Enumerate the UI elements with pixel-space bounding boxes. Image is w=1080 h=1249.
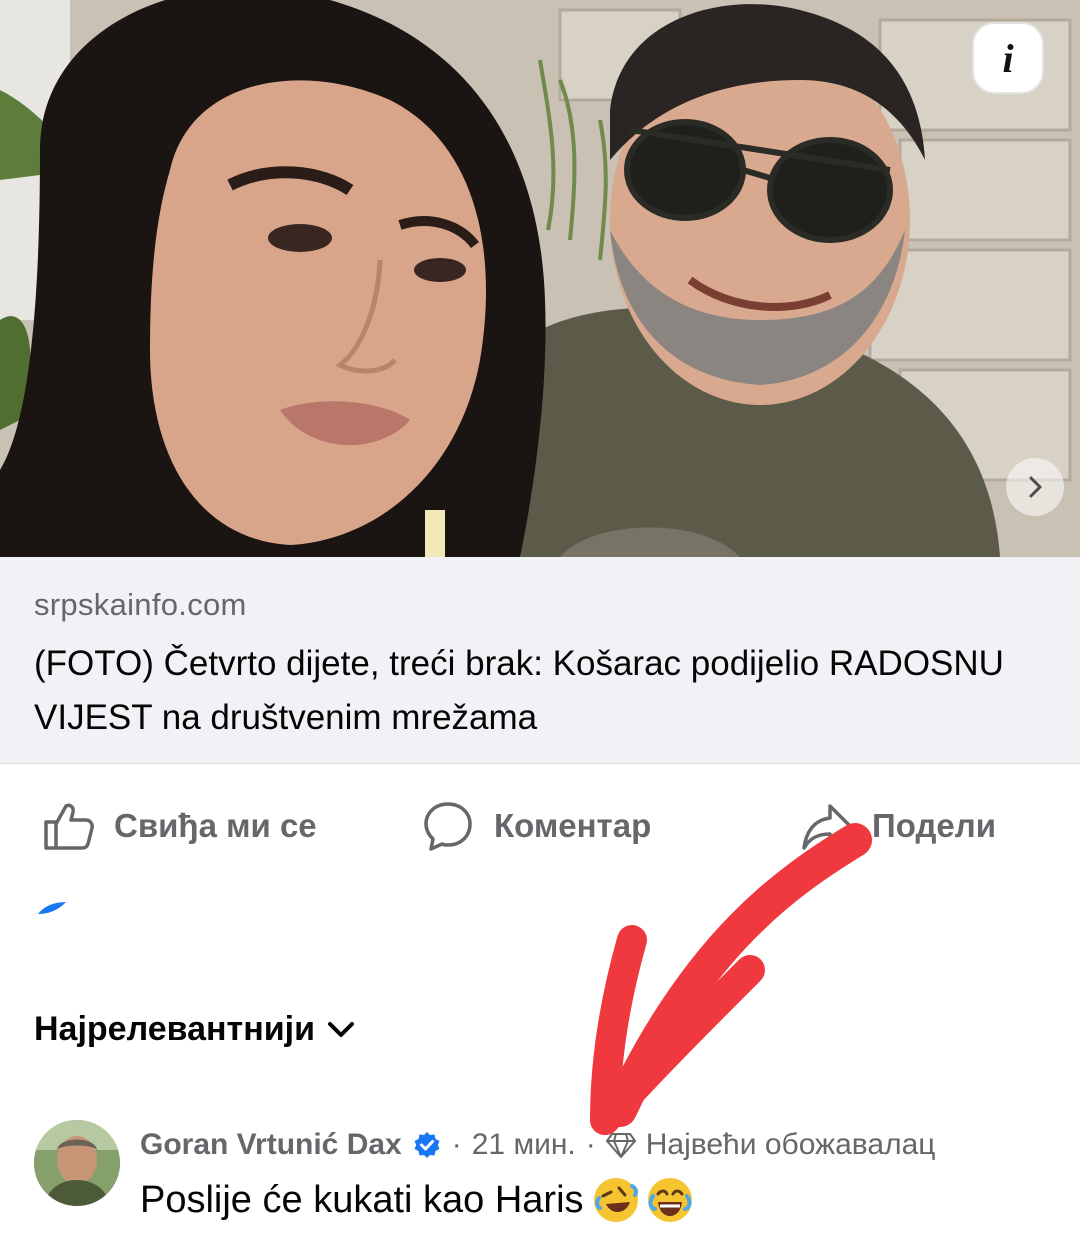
- verified-badge-icon: [414, 1132, 440, 1158]
- badge-separator: ·: [585, 1128, 596, 1161]
- share-button[interactable]: Подели: [798, 790, 996, 862]
- chevron-right-glyph: [1029, 476, 1042, 498]
- face-with-tears-of-joy-emoji: [647, 1178, 692, 1222]
- thumbs-up-icon: [44, 803, 94, 850]
- avatar-image: [34, 1120, 120, 1206]
- rofl-emoji-glyph: [594, 1179, 638, 1221]
- comment-bubble-icon: [424, 802, 472, 851]
- comment-body: Poslije će kukati kao Haris: [140, 1178, 692, 1222]
- share-arrow-icon: [802, 804, 852, 850]
- sort-label: Најрелевантнији: [34, 1010, 315, 1048]
- link-title: (FOTO) Četvrto dijete, treći brak: Košar…: [34, 644, 1004, 737]
- joy-emoji-glyph: [648, 1179, 691, 1221]
- comments-sort-dropdown[interactable]: Најрелевантнији: [34, 1010, 357, 1049]
- avatar[interactable]: [34, 1120, 120, 1206]
- diamond-icon: [605, 1133, 636, 1158]
- post-photo[interactable]: i: [0, 0, 1080, 557]
- annotation-arrow: [590, 823, 872, 1135]
- meta-separator: ·: [451, 1128, 462, 1161]
- fan-badge: Највећи обожавалац: [645, 1128, 936, 1161]
- share-label: Подели: [872, 807, 996, 844]
- like-label: Свиђа ми се: [114, 807, 317, 844]
- link-preview-card[interactable]: srpskainfo.com (FOTO) Četvrto dijete, tr…: [0, 557, 1080, 764]
- post-action-bar: Свиђа ми се Коментар Подели: [0, 790, 1080, 862]
- selfie-image: [0, 0, 1080, 557]
- chevron-right-icon[interactable]: [1006, 458, 1064, 516]
- like-button[interactable]: Свиђа ми се: [40, 790, 317, 862]
- info-icon-glyph: i: [1002, 35, 1014, 81]
- comment-button[interactable]: Коментар: [420, 790, 651, 862]
- comment-meta: Goran Vrtunić Dax · 21 мин. · Највећи об…: [140, 1128, 935, 1162]
- comment-time[interactable]: 21 мин.: [472, 1128, 576, 1162]
- chevron-down-icon: [327, 1021, 354, 1037]
- rolling-on-floor-laughing-emoji: [593, 1178, 638, 1222]
- link-domain: srpskainfo.com: [34, 587, 247, 622]
- comment-text: Poslije će kukati kao Haris: [140, 1178, 584, 1221]
- reaction-indicator-icon: [38, 902, 66, 914]
- comment-label: Коментар: [494, 807, 652, 844]
- info-icon[interactable]: i: [972, 22, 1044, 94]
- comment-author[interactable]: Goran Vrtunić Dax: [140, 1128, 402, 1162]
- comment-item: Goran Vrtunić Dax · 21 мин. · Највећи об…: [34, 1120, 1080, 1240]
